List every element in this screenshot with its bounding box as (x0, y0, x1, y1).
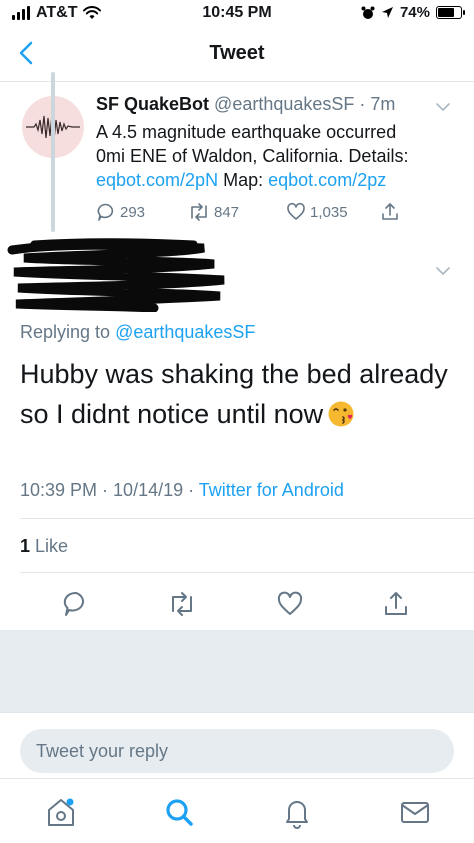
alarm-icon (361, 6, 375, 19)
share-icon (382, 203, 398, 220)
likes-summary[interactable]: 1 Like (20, 536, 68, 557)
parent-text-line-1: A 4.5 magnitude earthquake occurred (96, 122, 397, 142)
parent-tweet-actions: 293 847 1,035 (96, 202, 456, 226)
likes-count: 1 (20, 536, 31, 556)
redacted-author-scribble (7, 238, 225, 312)
retweet-action[interactable]: 847 (188, 202, 239, 222)
tweet-age: 7m (370, 94, 396, 114)
tweet-actions (0, 584, 474, 624)
parent-tweet-header: SF QuakeBot @earthquakesSF · 7m (96, 94, 396, 114)
retweet-icon (191, 203, 207, 221)
search-icon[interactable] (162, 795, 196, 829)
like-count: 1,035 (310, 203, 348, 221)
replying-prefix: Replying to (20, 322, 111, 342)
tab-bar (0, 778, 474, 843)
tweet-text-line-2: so I didnt notice until now (20, 394, 460, 434)
tweet-text-line-1: Hubby was shaking the bed already (20, 359, 448, 389)
face-blowing-kiss-emoji (328, 401, 354, 427)
replying-handle[interactable]: @earthquakesSF (115, 322, 255, 342)
tweet-text: Hubby was shaking the bed already so I d… (20, 354, 460, 434)
likes-label: Like (35, 536, 69, 556)
share-icon[interactable] (382, 590, 410, 618)
reply-count: 293 (120, 203, 146, 221)
notifications-icon[interactable] (280, 795, 314, 829)
tweet-timestamp: 10:39 PM · 10/14/19 · (20, 480, 199, 500)
heart-icon[interactable] (276, 590, 304, 618)
map-label: Map: (223, 170, 264, 190)
chevron-down-icon[interactable] (434, 262, 452, 280)
reply-input[interactable] (20, 729, 454, 773)
replies-area (0, 630, 474, 712)
thread-line (51, 72, 55, 232)
retweet-count: 847 (214, 203, 240, 221)
nav-bar: Tweet (0, 28, 474, 82)
chevron-down-icon[interactable] (434, 98, 452, 116)
status-bar: AT&T 10:45 PM 74% (0, 0, 474, 28)
battery-percent: 74% (399, 4, 430, 21)
share-action[interactable] (380, 202, 400, 222)
page-title: Tweet (209, 42, 265, 64)
reply-action[interactable]: 293 (96, 202, 145, 222)
parent-text-line-2: 0mi ENE of Waldon, California. Details: (96, 146, 409, 166)
battery-icon (436, 6, 465, 19)
like-action[interactable]: 1,035 (286, 202, 348, 222)
author-handle[interactable]: @earthquakesSF (214, 94, 354, 114)
parent-text-line-3: eqbot.com/2pN Map: eqbot.com/2pz (96, 168, 456, 192)
status-right: 74% (361, 4, 465, 21)
tweet-client[interactable]: Twitter for Android (199, 480, 344, 500)
author-name[interactable]: SF QuakeBot (96, 94, 209, 114)
parent-tweet-text: A 4.5 magnitude earthquake occurred 0mi … (96, 120, 456, 192)
parent-tweet[interactable]: SF QuakeBot @earthquakesSF · 7m A 4.5 ma… (0, 90, 474, 230)
divider (20, 572, 474, 573)
location-arrow-icon (381, 7, 393, 18)
divider (20, 518, 474, 519)
details-link[interactable]: eqbot.com/2pN (96, 170, 218, 190)
reply-bar (0, 712, 474, 778)
tweet-meta: 10:39 PM · 10/14/19 · Twitter for Androi… (20, 480, 344, 501)
messages-icon[interactable] (398, 795, 432, 829)
map-link[interactable]: eqbot.com/2pz (268, 170, 386, 190)
replying-to: Replying to @earthquakesSF (20, 322, 255, 343)
home-icon[interactable] (44, 795, 78, 829)
reply-icon[interactable] (62, 590, 90, 618)
reply-icon (97, 203, 114, 221)
retweet-icon[interactable] (168, 590, 196, 618)
heart-icon (287, 202, 305, 220)
